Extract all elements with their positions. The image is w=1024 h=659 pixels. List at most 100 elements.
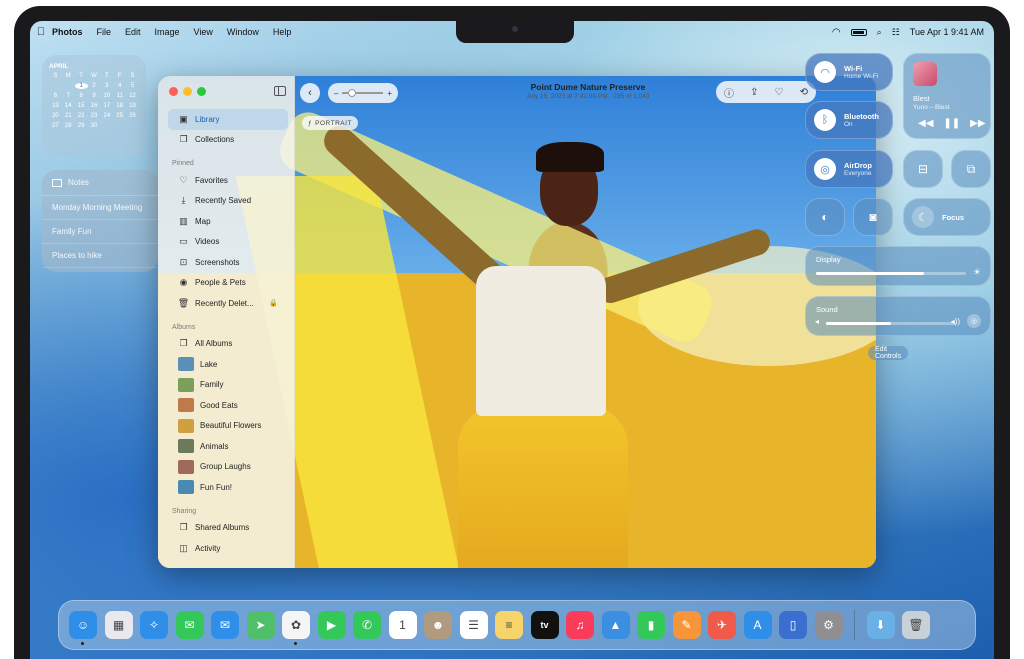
wifi-label: Wi-Fi (844, 64, 863, 73)
calendar-day (62, 83, 75, 89)
dock-messages-icon[interactable]: ✉ (175, 611, 204, 639)
sound-slider[interactable] (826, 322, 956, 325)
dock-tv-icon[interactable]: tv (530, 611, 559, 639)
close-window-button[interactable] (169, 87, 178, 96)
sidebar-toggle-icon[interactable] (274, 86, 286, 96)
calendar-day: 30 (90, 123, 98, 129)
calendar-widget[interactable]: APRIL S M T W T F S 1 2 3 4 5 6 7 8 9 10 11 12 13 14 15 16 17 18… (42, 55, 146, 157)
info-icon[interactable]: ⓘ (724, 85, 734, 100)
sidebar-item-fun-fun[interactable]: Fun Fun! (168, 477, 288, 498)
dock-games-icon[interactable]: ✈ (708, 611, 736, 639)
zoom-slider[interactable]: – + (328, 83, 398, 103)
dock-maps-icon[interactable]: ➤ (246, 611, 275, 639)
sidebar-item-label: Collections (195, 135, 235, 145)
apple-menu-icon[interactable]:  (30, 26, 52, 38)
dock-trash-icon[interactable]: 🗑 (902, 611, 930, 639)
sidebar-item-videos[interactable]: ▭ Videos (168, 232, 288, 253)
screenshot-tile[interactable]: ◙ (853, 198, 893, 236)
menu-file[interactable]: File (97, 27, 112, 37)
wifi-tile[interactable]: ◠ Wi-Fi Home Wi-Fi (805, 53, 893, 91)
dock-pages-icon[interactable]: ✎ (672, 611, 701, 639)
dock-photos-icon[interactable]: ✿ (282, 611, 310, 645)
rewind-icon[interactable]: ◀◀ (918, 118, 933, 129)
notes-item[interactable]: Monday Morning Meeting (42, 196, 158, 220)
zoom-in-icon[interactable]: + (387, 89, 392, 98)
forward-icon[interactable]: ▶▶ (970, 118, 985, 129)
spotlight-search-icon[interactable]: ⌕ (877, 27, 882, 38)
sidebar-item-shared-albums[interactable]: ❐ Shared Albums (168, 518, 288, 539)
menu-help[interactable]: Help (273, 27, 292, 37)
dock-notes-icon[interactable]: ≡ (495, 611, 523, 639)
sidebar-item-favorites[interactable]: ♡ Favorites (168, 170, 288, 191)
screen-mirroring-tile[interactable]: ⧉ (951, 150, 991, 188)
zoom-out-icon[interactable]: – (334, 89, 338, 98)
accessibility-tile[interactable]: ◐ (805, 198, 845, 236)
menu-window[interactable]: Window (227, 27, 259, 37)
now-playing-tile[interactable]: Blest Yuno – Blest ◀◀ ❚❚ ▶▶ (903, 53, 991, 139)
menu-image[interactable]: Image (155, 27, 180, 37)
dock-contacts-icon[interactable]: ☻ (424, 611, 452, 639)
rotate-icon[interactable]: ⟲ (800, 87, 808, 98)
wifi-status-icon[interactable]: ◠ (832, 27, 841, 38)
dock-mail-icon[interactable]: ✉ (211, 611, 239, 639)
edit-controls-button[interactable]: Edit Controls (868, 346, 909, 360)
sidebar-item-screenshots[interactable]: ⊡ Screenshots (168, 252, 288, 273)
dock-calendar-icon[interactable]: 1 (388, 611, 417, 639)
sidebar-item-activity[interactable]: ◫ Activity (168, 538, 288, 559)
control-center-icon[interactable]: ☷ (892, 27, 900, 38)
sidebar-item-good-eats[interactable]: Good Eats (168, 395, 288, 416)
airplay-audio-icon[interactable]: ◎ (967, 314, 981, 328)
minimize-window-button[interactable] (183, 87, 192, 96)
sidebar-item-library[interactable]: ▣ Library (168, 109, 288, 130)
dock-reminders-icon[interactable]: ☰ (459, 611, 488, 639)
sidebar-item-animals[interactable]: Animals (168, 436, 288, 457)
sidebar-item-group-laughs[interactable]: Group Laughs (168, 457, 288, 478)
dock-iphone-mirroring-icon[interactable]: ▯ (779, 611, 807, 639)
zoom-window-button[interactable] (197, 87, 206, 96)
airdrop-label: AirDrop (844, 161, 872, 170)
sidebar-item-lake[interactable]: Lake (168, 354, 288, 375)
sidebar-item-beautiful-flowers[interactable]: Beautiful Flowers (168, 416, 288, 437)
back-button[interactable]: ‹ (300, 83, 320, 103)
airdrop-tile[interactable]: ◎ AirDrop Everyone (805, 150, 893, 188)
pause-icon[interactable]: ❚❚ (943, 118, 960, 129)
dock-finder-icon[interactable]: ☺ (69, 611, 97, 645)
menu-view[interactable]: View (194, 27, 213, 37)
dock-system-settings-icon[interactable]: ⚙ (814, 611, 843, 639)
battery-icon[interactable] (850, 28, 867, 36)
notes-item[interactable]: Family Fun (42, 220, 158, 244)
sidebar-item-recently-delet[interactable]: 🗑 Recently Delet... 🔒 (168, 293, 288, 314)
display-slider[interactable] (816, 272, 966, 275)
sidebar-item-label: Fun Fun! (200, 482, 233, 492)
bluetooth-tile[interactable]: ᛒ Bluetooth On (805, 101, 893, 139)
sidebar-item-family[interactable]: Family (168, 375, 288, 396)
portrait-badge[interactable]: ƒ PORTRAIT (302, 116, 358, 130)
dock-keynote-icon[interactable]: ▲ (601, 611, 630, 639)
dock-app-store-icon[interactable]: A (743, 611, 772, 639)
dock-safari-icon[interactable]: ✧ (140, 611, 168, 639)
stage-manager-tile[interactable]: ⊟ (903, 150, 943, 188)
dock-facetime-icon[interactable]: ▶ (317, 611, 346, 639)
map-icon: ▥ (179, 215, 188, 226)
album-thumbnail-icon (178, 418, 194, 433)
menu-app-name[interactable]: Photos (52, 27, 83, 37)
notes-widget[interactable]: Notes Monday Morning Meeting Family Fun Pl… (42, 170, 158, 272)
dock-launchpad-icon[interactable]: ▦ (104, 611, 133, 639)
sidebar-item-map[interactable]: ▥ Map (168, 211, 288, 232)
photo-skirt (458, 406, 628, 568)
zoom-knob[interactable] (348, 89, 357, 97)
sidebar-item-collections[interactable]: ❐ Collections (168, 130, 288, 151)
dock-numbers-icon[interactable]: ▮ (637, 611, 665, 639)
notes-item[interactable]: Places to hike (42, 244, 158, 268)
sidebar-item-people-pets[interactable]: ◉ People & Pets (168, 273, 288, 294)
focus-tile[interactable]: ☾ Focus (903, 198, 991, 236)
sidebar-item-recently-saved[interactable]: ⤓ Recently Saved (168, 191, 288, 212)
share-icon[interactable]: ⇪ (750, 87, 758, 98)
sidebar-item-all-albums[interactable]: ❐ All Albums (168, 334, 288, 355)
dock-phone-icon[interactable]: ✆ (353, 611, 381, 639)
dock-music-icon[interactable]: ♫ (566, 611, 594, 639)
menu-clock[interactable]: Tue Apr 1 9:41 AM (910, 27, 984, 37)
favorite-heart-icon[interactable]: ♡ (775, 87, 784, 98)
menu-edit[interactable]: Edit (125, 27, 141, 37)
dock-downloads-icon[interactable]: ⬇ (866, 611, 895, 639)
